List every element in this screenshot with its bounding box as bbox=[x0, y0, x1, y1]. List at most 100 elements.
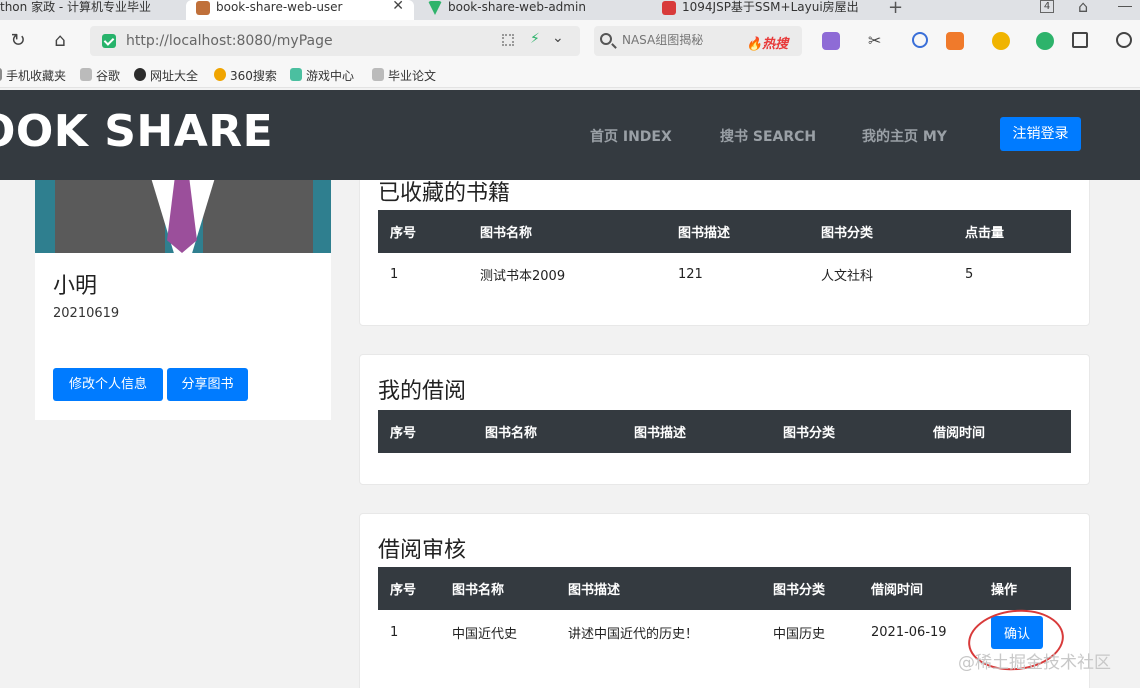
new-tab-icon[interactable]: + bbox=[888, 0, 903, 18]
profile-name: 小明 bbox=[53, 274, 98, 299]
search-icon bbox=[600, 33, 612, 45]
borrows-card: 我的借阅 序号 图书名称 图书描述 图书分类 借阅时间 bbox=[359, 354, 1090, 485]
page-content: OOK SHARE 首页 INDEX 搜书 SEARCH 我的主页 MY 注销登… bbox=[0, 88, 1140, 688]
watermark: @稀土掘金技术社区 bbox=[958, 653, 1111, 673]
360-icon bbox=[214, 68, 226, 81]
share-book-button[interactable]: 分享图书 bbox=[167, 368, 248, 401]
col-action: 操作 bbox=[979, 567, 1071, 610]
address-bar[interactable]: http://localhost:8080/myPage ⚡ ⌄ bbox=[90, 26, 580, 56]
tab-2[interactable]: book-share-web-admin bbox=[418, 0, 648, 20]
bookmark-2[interactable]: 网址大全 bbox=[134, 67, 198, 84]
cell-category: 人文社科 bbox=[821, 268, 874, 284]
hot-search-label[interactable]: 🔥热搜 bbox=[746, 33, 788, 52]
translate-icon[interactable] bbox=[822, 32, 840, 50]
review-title: 借阅审核 bbox=[378, 538, 467, 563]
brightness-icon[interactable] bbox=[1116, 32, 1132, 48]
nav-link-search[interactable]: 搜书 SEARCH bbox=[720, 126, 816, 146]
col-clicks: 点击量 bbox=[953, 210, 1071, 253]
table-header-row: 序号 图书名称 图书描述 图书分类 借阅时间 bbox=[378, 410, 1071, 453]
green-circle-icon[interactable] bbox=[1036, 32, 1054, 50]
col-desc: 图书描述 bbox=[556, 567, 761, 610]
tab-3-title: 1094JSP基于SSM+Layui房屋出 bbox=[682, 0, 859, 14]
cell-desc: 讲述中国近代的历史！ bbox=[568, 626, 699, 642]
game-icon[interactable] bbox=[946, 32, 964, 50]
col-category: 图书分类 bbox=[809, 210, 953, 253]
phone-icon bbox=[0, 68, 2, 81]
vue-favicon-icon bbox=[428, 1, 442, 15]
col-name: 图书名称 bbox=[440, 567, 556, 610]
reload-icon[interactable]: ↻ bbox=[6, 29, 30, 53]
doc-favicon-icon bbox=[662, 1, 676, 15]
col-borrow-time: 借阅时间 bbox=[859, 567, 979, 610]
table-row[interactable]: 1 测试书本2009 121 人文社科 5 bbox=[378, 253, 1071, 295]
col-desc: 图书描述 bbox=[622, 410, 771, 453]
bookmark-3[interactable]: 360搜索 bbox=[214, 67, 277, 84]
minimize-icon[interactable] bbox=[1118, 6, 1132, 7]
edit-profile-button[interactable]: 修改个人信息 bbox=[53, 368, 163, 401]
col-borrow-time: 借阅时间 bbox=[921, 410, 1071, 453]
bookmark-5[interactable]: 毕业论文 bbox=[372, 67, 436, 84]
bookmark-3-label: 360搜索 bbox=[230, 69, 277, 83]
col-index: 序号 bbox=[378, 567, 440, 610]
page-icon bbox=[372, 68, 384, 81]
nav-link-my[interactable]: 我的主页 MY bbox=[862, 126, 947, 146]
cell-index: 1 bbox=[390, 266, 399, 282]
bookmark-2-label: 网址大全 bbox=[150, 69, 199, 83]
cell-index: 1 bbox=[390, 624, 399, 640]
col-index: 序号 bbox=[378, 210, 468, 253]
scissors-icon[interactable]: ✂ bbox=[868, 32, 886, 50]
review-table: 序号 图书名称 图书描述 图书分类 借阅时间 操作 1 中国近代史 讲述中国近代… bbox=[378, 567, 1071, 654]
close-tab-icon[interactable]: ✕ bbox=[392, 0, 404, 13]
chevron-down-icon[interactable]: ⌄ bbox=[552, 30, 564, 46]
browser-tab-bar: thon 家政 - 计算机专业毕业 book-share-web-user ✕ … bbox=[0, 0, 1140, 20]
magnifier-icon[interactable] bbox=[912, 32, 928, 48]
speed-bolt-icon[interactable]: ⚡ bbox=[530, 31, 540, 47]
profile-card: 小明 20210619 修改个人信息 分享图书 bbox=[35, 158, 331, 420]
bookmark-0-label: 手机收藏夹 bbox=[6, 69, 67, 83]
browser-toolbar: ↻ ⌂ http://localhost:8080/myPage ⚡ ⌄ 🔥热搜… bbox=[0, 20, 1140, 62]
home-pin-icon[interactable]: ⌂ bbox=[1078, 0, 1088, 16]
url-text[interactable]: http://localhost:8080/myPage bbox=[126, 33, 333, 49]
page-icon bbox=[80, 68, 92, 81]
cell-name: 测试书本2009 bbox=[480, 268, 566, 284]
col-name: 图书名称 bbox=[468, 210, 666, 253]
tab-count-badge[interactable]: 4 bbox=[1040, 0, 1054, 13]
game-center-icon bbox=[290, 68, 302, 81]
col-category: 图书分类 bbox=[771, 410, 921, 453]
bookmark-1[interactable]: 谷歌 bbox=[80, 67, 120, 84]
table-header-row: 序号 图书名称 图书描述 图书分类 借阅时间 操作 bbox=[378, 567, 1071, 610]
tab-0[interactable]: thon 家政 - 计算机专业毕业 bbox=[0, 0, 185, 20]
apps-grid-icon[interactable] bbox=[1072, 32, 1088, 48]
home-icon[interactable]: ⌂ bbox=[48, 29, 72, 53]
radiation-icon bbox=[134, 68, 146, 81]
tab-3[interactable]: 1094JSP基于SSM+Layui房屋出 bbox=[652, 0, 878, 20]
secure-shield-icon bbox=[102, 34, 116, 48]
favorites-table: 序号 图书名称 图书描述 图书分类 点击量 1 测试书本2009 121 人文社… bbox=[378, 210, 1071, 295]
tab-0-title: thon 家政 - 计算机专业毕业 bbox=[0, 0, 152, 14]
coin-icon[interactable] bbox=[992, 32, 1010, 50]
logout-button[interactable]: 注销登录 bbox=[1000, 117, 1081, 151]
table-header-row: 序号 图书名称 图书描述 图书分类 点击量 bbox=[378, 210, 1071, 253]
cell-category: 中国历史 bbox=[773, 626, 826, 642]
bookmark-4-label: 游戏中心 bbox=[306, 69, 355, 83]
bookmark-0[interactable]: 手机收藏夹 bbox=[0, 67, 66, 84]
col-category: 图书分类 bbox=[761, 567, 859, 610]
profile-id: 20210619 bbox=[53, 306, 120, 321]
brand-logo[interactable]: OOK SHARE bbox=[0, 106, 273, 157]
col-name: 图书名称 bbox=[473, 410, 622, 453]
bookmark-5-label: 毕业论文 bbox=[388, 69, 437, 83]
borrows-title: 我的借阅 bbox=[378, 379, 467, 404]
col-desc: 图书描述 bbox=[666, 210, 809, 253]
col-index: 序号 bbox=[378, 410, 473, 453]
bookmark-4[interactable]: 游戏中心 bbox=[290, 67, 354, 84]
qr-code-icon[interactable] bbox=[502, 34, 514, 46]
tab-1-title: book-share-web-user bbox=[216, 0, 343, 14]
nav-link-index[interactable]: 首页 INDEX bbox=[590, 126, 672, 146]
bookmark-1-label: 谷歌 bbox=[96, 69, 121, 83]
tab-1[interactable]: book-share-web-user ✕ bbox=[186, 0, 414, 20]
bookmarks-bar: 手机收藏夹 谷歌 网址大全 360搜索 游戏中心 毕业论文 bbox=[0, 62, 1140, 88]
search-box[interactable]: 🔥热搜 bbox=[594, 26, 802, 56]
cell-name: 中国近代史 bbox=[452, 626, 518, 642]
search-input[interactable] bbox=[622, 30, 740, 50]
borrows-table: 序号 图书名称 图书描述 图书分类 借阅时间 bbox=[378, 410, 1071, 453]
